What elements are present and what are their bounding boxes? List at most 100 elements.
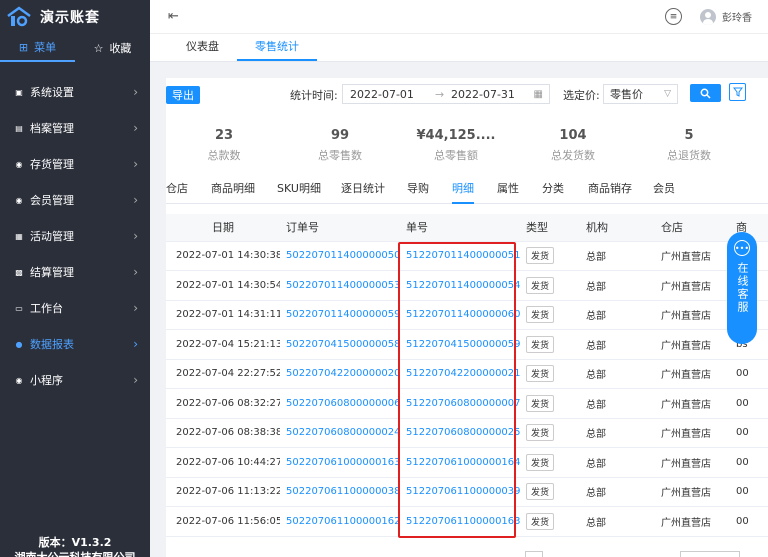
tab-daily-stats[interactable]: 逐日统计 bbox=[341, 180, 385, 204]
sidebar-item-archive[interactable]: ▤ 档案管理 › bbox=[0, 110, 150, 146]
grid-icon: ⊞ bbox=[18, 40, 29, 54]
search-button[interactable] bbox=[690, 84, 721, 102]
cell-doc-no[interactable]: 512207011400000051 bbox=[400, 241, 520, 271]
table-row[interactable]: 2022-07-01 14:30:38 502207011400000050 512… bbox=[166, 241, 768, 271]
sidebar-item-system-settings[interactable]: ▣ 系统设置 › bbox=[0, 74, 150, 110]
stat-value: 23 bbox=[214, 128, 234, 143]
archive-icon: ▤ bbox=[15, 123, 23, 133]
table-row[interactable]: 2022-07-06 11:56:05 502207061100000162 512… bbox=[166, 506, 768, 537]
table-row[interactable]: 2022-07-06 11:13:22 502207061100000038 512… bbox=[166, 477, 768, 507]
cell-store: 广州直营店 bbox=[655, 447, 730, 478]
cell-date: 2022-07-06 10:44:27 bbox=[166, 447, 280, 478]
cell-order-no[interactable]: 502207061100000162 bbox=[280, 506, 400, 537]
tab-menu[interactable]: ⊞ 菜单 bbox=[0, 34, 75, 62]
stat-total-styles: 23 总款数 bbox=[169, 128, 279, 163]
cell-order-no[interactable]: 502207041500000058 bbox=[280, 329, 400, 360]
cell-store: 广州直营店 bbox=[655, 477, 730, 507]
sidebar-item-reports[interactable]: ● 数据报表 › bbox=[0, 326, 150, 362]
sidebar-item-settlement[interactable]: ▩ 结算管理 › bbox=[0, 254, 150, 290]
tab-category[interactable]: 分类 bbox=[542, 180, 564, 204]
sidebar-item-inventory[interactable]: ◉ 存货管理 › bbox=[0, 146, 150, 182]
online-service-button[interactable]: ••• 在线客服 bbox=[727, 232, 757, 344]
col-date[interactable]: 日期 bbox=[166, 214, 280, 242]
cell-order-no[interactable]: 502207042200000020 bbox=[280, 359, 400, 389]
tab-product-stock[interactable]: 商品销存 bbox=[588, 180, 632, 204]
col-store[interactable]: 仓店 bbox=[655, 214, 730, 242]
table-row[interactable]: 2022-07-04 22:27:52 502207042200000020 512… bbox=[166, 359, 768, 389]
cell-doc-no[interactable]: 512207061100000163 bbox=[400, 506, 520, 537]
cell-org: 总部 bbox=[580, 329, 655, 360]
date-end[interactable]: 2022-07-31 bbox=[451, 88, 515, 101]
pager-size-select[interactable] bbox=[680, 551, 740, 557]
cell-more: 00 bbox=[730, 359, 768, 389]
tab-members[interactable]: 会员 bbox=[653, 180, 675, 204]
avatar[interactable] bbox=[700, 8, 716, 25]
cell-doc-no[interactable]: 512207042200000021 bbox=[400, 359, 520, 389]
table-row[interactable]: 2022-07-06 08:38:38 502207060800000024 512… bbox=[166, 418, 768, 448]
cell-order-no[interactable]: 502207061000000163 bbox=[280, 447, 400, 478]
sidebar-item-workbench[interactable]: ▭ 工作台 › bbox=[0, 290, 150, 326]
tab-attributes[interactable]: 属性 bbox=[497, 180, 519, 204]
cell-order-no[interactable]: 502207061100000038 bbox=[280, 477, 400, 507]
sidebar-item-mini-program[interactable]: ◉ 小程序 › bbox=[0, 362, 150, 398]
settings-icon: ▣ bbox=[15, 87, 23, 97]
tab-dashboard[interactable]: 仪表盘 bbox=[168, 35, 237, 61]
tab-store[interactable]: 仓店 bbox=[166, 180, 188, 204]
cell-doc-no[interactable]: 512207060800000025 bbox=[400, 418, 520, 448]
menu-circle-icon[interactable]: ≡ bbox=[665, 8, 682, 25]
cell-org: 总部 bbox=[580, 388, 655, 419]
stat-total-retail-count: 99 总零售数 bbox=[285, 128, 395, 163]
date-range-picker[interactable]: 2022-07-01 → 2022-07-31 ▦ bbox=[342, 84, 550, 104]
type-badge: 发货 bbox=[526, 394, 555, 412]
topbar: ⇤ ≡ 彭玲香 bbox=[150, 0, 768, 34]
col-order-no[interactable]: 订单号 bbox=[280, 214, 400, 242]
username[interactable]: 彭玲香 bbox=[722, 9, 752, 24]
table-row[interactable]: 2022-07-06 10:44:27 502207061000000163 512… bbox=[166, 447, 768, 478]
stat-label: 总零售数 bbox=[318, 149, 362, 162]
cell-doc-no[interactable]: 512207011400000060 bbox=[400, 300, 520, 330]
table-row[interactable]: 2022-07-01 14:31:11 502207011400000059 512… bbox=[166, 300, 768, 330]
cell-type: 发货 bbox=[520, 447, 580, 478]
export-button[interactable]: 导出 bbox=[166, 86, 200, 104]
table-row[interactable]: 2022-07-04 15:21:13 502207041500000058 512… bbox=[166, 329, 768, 360]
collapse-menu-icon[interactable]: ⇤ bbox=[168, 9, 179, 24]
cell-order-no[interactable]: 502207011400000059 bbox=[280, 300, 400, 330]
type-badge: 发货 bbox=[526, 424, 555, 442]
tab-sku-detail[interactable]: SKU明细 bbox=[277, 180, 321, 204]
logo-icon bbox=[7, 6, 31, 27]
pager-input[interactable] bbox=[525, 551, 543, 557]
col-doc-no[interactable]: 单号 bbox=[400, 214, 520, 242]
inventory-icon: ◉ bbox=[15, 159, 23, 169]
cell-more: 00 bbox=[730, 388, 768, 419]
cell-doc-no[interactable]: 512207011400000054 bbox=[400, 270, 520, 301]
cell-order-no[interactable]: 502207011400000050 bbox=[280, 241, 400, 271]
cell-org: 总部 bbox=[580, 506, 655, 537]
filter-button[interactable] bbox=[729, 83, 746, 101]
tab-retail-stats[interactable]: 零售统计 bbox=[237, 35, 317, 61]
table-row[interactable]: 2022-07-06 08:32:27 502207060800000006 512… bbox=[166, 388, 768, 419]
tab-product-detail[interactable]: 商品明细 bbox=[211, 180, 255, 204]
cell-order-no[interactable]: 502207011400000053 bbox=[280, 270, 400, 301]
cell-doc-no[interactable]: 512207060800000007 bbox=[400, 388, 520, 419]
tab-guide[interactable]: 导购 bbox=[407, 180, 429, 204]
tab-detail[interactable]: 明细 bbox=[452, 180, 474, 204]
cell-doc-no[interactable]: 512207061100000039 bbox=[400, 477, 520, 507]
date-start[interactable]: 2022-07-01 bbox=[350, 88, 414, 101]
table-row[interactable]: 2022-07-01 14:30:54 502207011400000053 512… bbox=[166, 270, 768, 301]
price-select[interactable]: 零售价 ▽ bbox=[603, 84, 678, 104]
cell-doc-no[interactable]: 512207041500000059 bbox=[400, 329, 520, 360]
cell-store: 广州直营店 bbox=[655, 506, 730, 537]
report-icon: ● bbox=[15, 339, 23, 349]
cell-date: 2022-07-04 22:27:52 bbox=[166, 359, 280, 389]
cell-date: 2022-07-06 08:32:27 bbox=[166, 388, 280, 419]
cell-order-no[interactable]: 502207060800000006 bbox=[280, 388, 400, 419]
type-badge: 发货 bbox=[526, 453, 555, 471]
cell-order-no[interactable]: 502207060800000024 bbox=[280, 418, 400, 448]
cell-doc-no[interactable]: 512207061000000164 bbox=[400, 447, 520, 478]
type-badge: 发货 bbox=[526, 483, 555, 501]
sidebar-item-members[interactable]: ◉ 会员管理 › bbox=[0, 182, 150, 218]
tab-favorites[interactable]: ☆ 收藏 bbox=[75, 34, 150, 62]
sidebar-item-activities[interactable]: ▦ 活动管理 › bbox=[0, 218, 150, 254]
col-type[interactable]: 类型 bbox=[520, 214, 580, 242]
col-org[interactable]: 机构 bbox=[580, 214, 655, 242]
